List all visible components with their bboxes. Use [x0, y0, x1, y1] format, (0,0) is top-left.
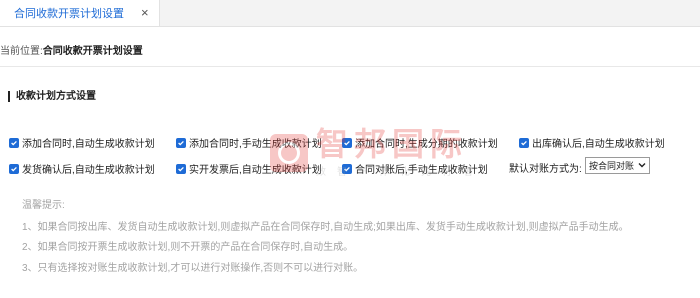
reconcile-method-select[interactable]: 按合同对账	[585, 157, 650, 174]
option-auto-plan-after-outbound[interactable]: 出库确认后,自动生成收款计划	[519, 135, 665, 150]
tab-label: 合同收款开票计划设置	[14, 8, 124, 20]
tips-heading: 温馨提示:	[22, 200, 65, 211]
tip-line-1: 1、如果合同按出库、发货自动生成收款计划,则虚拟产品在合同保存时,自动生成;如果…	[22, 222, 629, 233]
option-label: 添加合同时,手动生成收款计划	[189, 139, 322, 150]
checkbox-checked-icon[interactable]	[342, 137, 352, 148]
tip-line-3: 3、只有选择按对账生成收款计划,才可以进行对账操作,否则不可以进行对账。	[22, 263, 364, 274]
option-auto-plan-after-shipping[interactable]: 发货确认后,自动生成收款计划	[9, 161, 155, 176]
breadcrumb-prefix: 当前位置:	[0, 46, 43, 57]
close-icon[interactable]: ×	[141, 6, 149, 19]
checkbox-checked-icon[interactable]	[9, 137, 19, 148]
option-label: 合同对账后,手动生成收款计划	[355, 165, 488, 176]
option-label: 添加合同时,自动生成收款计划	[22, 139, 155, 150]
option-label: 添加合同时,生成分期的收款计划	[355, 139, 498, 150]
option-installment-plan-on-add[interactable]: 添加合同时,生成分期的收款计划	[342, 135, 498, 150]
tip-line-2: 2、如果合同按开票生成收款计划,则不开票的产品在合同保存时,自动生成。	[22, 242, 354, 253]
checkbox-checked-icon[interactable]	[519, 137, 529, 148]
option-label: 发货确认后,自动生成收款计划	[22, 165, 155, 176]
option-manual-plan-on-add[interactable]: 添加合同时,手动生成收款计划	[176, 135, 322, 150]
option-manual-plan-after-reconcile[interactable]: 合同对账后,手动生成收款计划	[342, 161, 488, 176]
option-label: 出库确认后,自动生成收款计划	[532, 139, 665, 150]
select-value: 按合同对账	[589, 161, 635, 171]
breadcrumb-current: 合同收款开票计划设置	[42, 46, 143, 57]
option-auto-plan-on-add[interactable]: 添加合同时,自动生成收款计划	[9, 135, 155, 150]
divider	[0, 66, 700, 67]
section-title: 收款计划方式设置	[8, 91, 96, 102]
checkbox-checked-icon[interactable]	[9, 163, 19, 174]
checkbox-checked-icon[interactable]	[342, 163, 352, 174]
breadcrumb: 当前位置:合同收款开票计划设置	[0, 42, 143, 57]
tab-contract-billing-settings[interactable]: 合同收款开票计划设置 ×	[0, 0, 160, 26]
checkbox-checked-icon[interactable]	[176, 137, 186, 148]
reconcile-label: 默认对账方式为:	[509, 164, 582, 175]
option-label: 实开发票后,自动生成收款计划	[189, 165, 322, 176]
option-auto-plan-after-invoice[interactable]: 实开发票后,自动生成收款计划	[176, 161, 322, 176]
tab-bar: 合同收款开票计划设置 ×	[0, 0, 700, 27]
checkbox-checked-icon[interactable]	[176, 163, 186, 174]
chevron-down-icon	[638, 161, 646, 171]
